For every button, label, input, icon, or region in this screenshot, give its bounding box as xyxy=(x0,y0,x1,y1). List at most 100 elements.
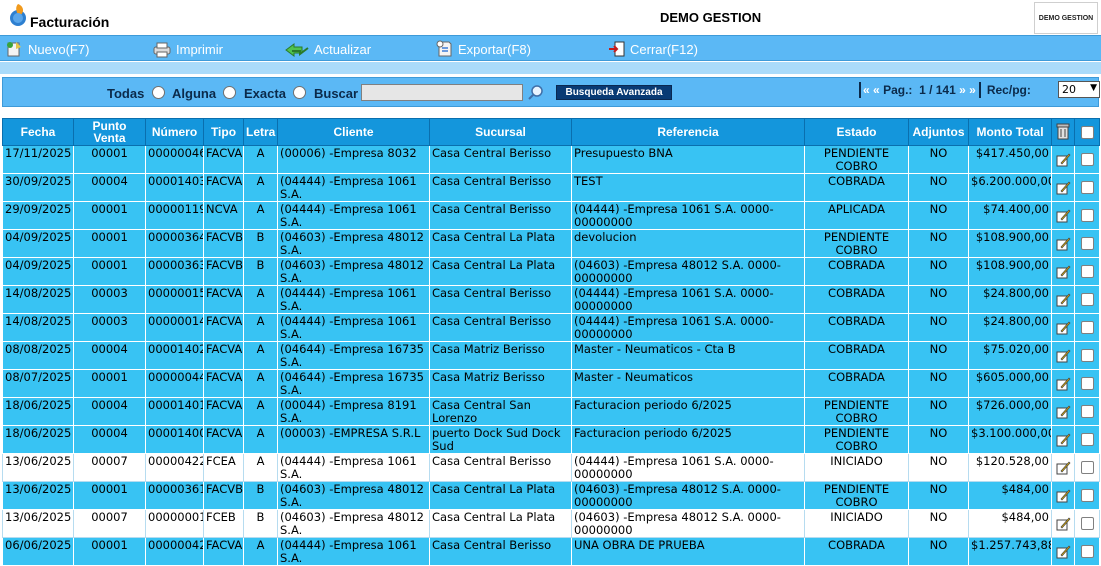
cell-sucursal: Casa Central Berisso xyxy=(429,537,572,566)
row-checkbox[interactable] xyxy=(1080,489,1094,502)
col-sucursal[interactable]: Sucursal xyxy=(429,118,572,146)
cell-numero: 00000046 xyxy=(145,145,204,174)
col-numero[interactable]: Número xyxy=(145,118,204,146)
search-label: Buscar xyxy=(314,86,359,101)
edit-icon[interactable] xyxy=(1055,264,1071,280)
row-checkbox[interactable] xyxy=(1080,293,1094,306)
prev-page-button[interactable]: « xyxy=(873,83,880,97)
edit-icon[interactable] xyxy=(1055,488,1071,504)
cell-adjuntos: NO xyxy=(908,201,969,230)
row-checkbox[interactable] xyxy=(1080,377,1094,390)
edit-icon[interactable] xyxy=(1055,432,1071,448)
cell-tipo: FACVA xyxy=(203,425,244,454)
cell-estado: COBRADA xyxy=(804,537,909,566)
table-row[interactable]: 04/09/2025 00001 00000363 FACVB B (04603) -Em… xyxy=(2,257,1100,286)
edit-icon[interactable] xyxy=(1055,208,1071,224)
cell-estado: COBRADA xyxy=(804,173,909,202)
filter-exacta-radio[interactable] xyxy=(293,86,306,99)
table-row[interactable]: 13/06/2025 00001 00000361 FACVB B (04603) -Em… xyxy=(2,481,1100,510)
row-checkbox[interactable] xyxy=(1080,349,1094,362)
cell-adjuntos: NO xyxy=(908,313,969,342)
table-row[interactable]: 30/09/2025 00004 00001403 FACVA A (04444) -Em… xyxy=(2,173,1100,202)
col-referencia[interactable]: Referencia xyxy=(571,118,805,146)
cell-monto: $24.800,00 xyxy=(968,285,1052,314)
filter-alguna-radio[interactable] xyxy=(223,86,236,99)
col-letra[interactable]: Letra xyxy=(243,118,278,146)
row-checkbox[interactable] xyxy=(1080,517,1094,530)
cell-tipo: FACVA xyxy=(203,397,244,426)
row-checkbox[interactable] xyxy=(1080,181,1094,194)
cell-numero: 00000361 xyxy=(145,481,204,510)
edit-icon[interactable] xyxy=(1055,180,1071,196)
print-button[interactable]: Imprimir xyxy=(152,39,223,59)
row-checkbox[interactable] xyxy=(1080,321,1094,334)
edit-icon[interactable] xyxy=(1055,320,1071,336)
cell-sucursal: Casa Central Berisso xyxy=(429,313,572,342)
cell-pv: 00004 xyxy=(73,341,146,370)
edit-icon[interactable] xyxy=(1055,460,1071,476)
table-row[interactable]: 18/06/2025 00004 00001400 FACVA A (00003) -EM… xyxy=(2,425,1100,454)
edit-icon[interactable] xyxy=(1055,404,1071,420)
next-page-button[interactable]: » xyxy=(959,83,966,97)
table-row[interactable]: 29/09/2025 00001 00000119 NCVA A (04444) -Emp… xyxy=(2,201,1100,230)
select-cell xyxy=(1074,201,1100,230)
row-checkbox[interactable] xyxy=(1080,209,1094,222)
row-checkbox[interactable] xyxy=(1080,433,1094,446)
new-button[interactable]: Nuevo(F7) xyxy=(6,39,89,59)
delete-selected-button[interactable] xyxy=(1051,118,1075,146)
select-all-checkbox[interactable] xyxy=(1080,125,1094,139)
advanced-search-button[interactable]: Busqueda Avanzada xyxy=(556,85,672,100)
row-checkbox[interactable] xyxy=(1080,545,1094,558)
edit-icon[interactable] xyxy=(1055,292,1071,308)
table-row[interactable]: 04/09/2025 00001 00000364 FACVB B (04603) -Em… xyxy=(2,229,1100,258)
row-checkbox[interactable] xyxy=(1080,405,1094,418)
cell-pv: 00001 xyxy=(73,201,146,230)
col-adjuntos[interactable]: Adjuntos xyxy=(908,118,969,146)
filter-exacta-label: Exacta xyxy=(244,86,286,101)
magnifier-icon[interactable] xyxy=(527,84,545,102)
cell-monto: $6.200.000,00 xyxy=(968,173,1052,202)
col-estado[interactable]: Estado xyxy=(804,118,909,146)
edit-cell xyxy=(1051,145,1075,174)
records-per-page-select[interactable]: 20 ▼ xyxy=(1058,81,1100,98)
export-button[interactable]: Exportar(F8) xyxy=(436,39,531,59)
cell-estado: COBRADA xyxy=(804,257,909,286)
row-checkbox[interactable] xyxy=(1080,265,1094,278)
refresh-button[interactable]: Actualizar xyxy=(284,39,371,59)
edit-icon[interactable] xyxy=(1055,544,1071,560)
table-row[interactable]: 14/08/2025 00003 00000014 FACVA A (04444) -Em… xyxy=(2,313,1100,342)
cell-pv: 00007 xyxy=(73,509,146,538)
row-checkbox[interactable] xyxy=(1080,237,1094,250)
edit-icon[interactable] xyxy=(1055,376,1071,392)
table-row[interactable]: 06/06/2025 00001 00000042 FACVA A (04444) -Em… xyxy=(2,537,1100,566)
table-row[interactable]: 14/08/2025 00003 00000015 FACVA A (04444) -Em… xyxy=(2,285,1100,314)
filter-todas-radio[interactable] xyxy=(152,86,165,99)
cell-estado: PENDIENTE COBRO xyxy=(804,145,909,174)
col-fecha[interactable]: Fecha xyxy=(2,118,74,146)
row-checkbox[interactable] xyxy=(1080,461,1094,474)
trash-icon xyxy=(1056,123,1070,140)
edit-icon[interactable] xyxy=(1055,348,1071,364)
col-punto-venta[interactable]: Punto Venta xyxy=(73,118,146,146)
col-monto-total[interactable]: Monto Total xyxy=(968,118,1052,146)
row-checkbox[interactable] xyxy=(1080,153,1094,166)
edit-icon[interactable] xyxy=(1055,152,1071,168)
cell-cliente: (04603) -Empresa 48012 S.A. xyxy=(277,509,430,538)
last-page-button[interactable]: » xyxy=(969,83,976,97)
table-row[interactable]: 13/06/2025 00007 00000001 FCEB B (04603) -Emp… xyxy=(2,509,1100,538)
edit-icon[interactable] xyxy=(1055,516,1071,532)
close-button[interactable]: Cerrar(F12) xyxy=(608,39,698,59)
cell-adjuntos: NO xyxy=(908,285,969,314)
cell-letra: A xyxy=(243,341,278,370)
search-input[interactable] xyxy=(361,84,523,101)
first-page-button[interactable]: « xyxy=(863,83,870,97)
table-row[interactable]: 18/06/2025 00004 00001401 FACVA A (00044) -Em… xyxy=(2,397,1100,426)
col-tipo[interactable]: Tipo xyxy=(203,118,244,146)
table-row[interactable]: 13/06/2025 00007 00000422 FCEA A (04444) -Emp… xyxy=(2,453,1100,482)
table-row[interactable]: 08/07/2025 00001 00000044 FACVA A (04644) -Em… xyxy=(2,369,1100,398)
edit-icon[interactable] xyxy=(1055,236,1071,252)
records-per-page-label: Rec/pg: xyxy=(986,83,1031,97)
table-row[interactable]: 08/08/2025 00004 00001402 FACVA A (04644) -Em… xyxy=(2,341,1100,370)
col-cliente[interactable]: Cliente xyxy=(277,118,430,146)
table-row[interactable]: 17/11/2025 00001 00000046 FACVA A (00006) -Em… xyxy=(2,145,1100,174)
